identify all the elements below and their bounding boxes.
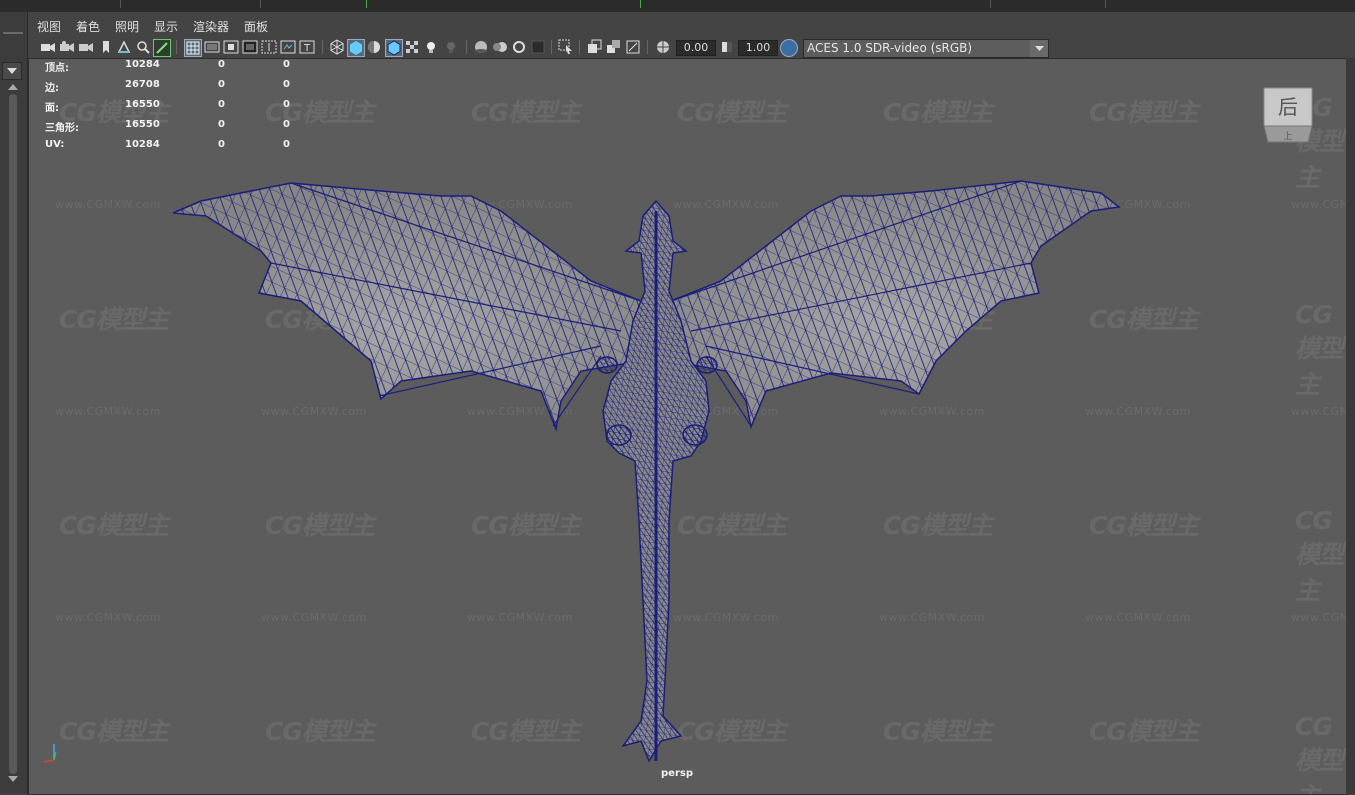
shadows-icon[interactable] [443,39,459,55]
hud-value: 10284 [125,139,160,150]
hud-value: 0 [283,139,290,150]
wireframe-on-shaded-icon[interactable] [385,39,403,57]
hud-label-edges: 边: [45,83,59,94]
top-strip [0,0,1355,12]
gate-mask-icon[interactable] [242,39,258,55]
menu-panels[interactable]: 面板 [244,18,268,35]
safe-title-icon[interactable]: T [299,39,315,55]
hud-value: 0 [218,99,225,110]
field-chart-icon[interactable] [261,39,277,55]
lighting-icon[interactable] [423,39,439,55]
exposure-field[interactable]: 0.00 [676,40,716,56]
image-plane-icon[interactable] [116,39,132,55]
menu-renderer[interactable]: 渲染器 [193,18,229,35]
camera-lock-icon[interactable] [78,39,94,55]
film-gate-icon[interactable] [204,39,220,55]
menu-shading[interactable]: 着色 [76,18,100,35]
chevron-down-icon [7,68,17,74]
exposure-icon[interactable] [655,39,671,55]
anti-aliasing-icon[interactable] [511,39,527,55]
panel-toolbar: T 0.00 1.00 ACES 1.0 SDR-video (sRGB) [28,37,1355,58]
color-management-icon[interactable] [780,39,798,57]
motion-blur-icon[interactable] [492,39,508,55]
panel-dropdown[interactable] [2,62,22,80]
left-scrollbar[interactable] [9,94,17,774]
panel-menubar: 视图 着色 照明 显示 渲染器 面板 [28,14,1355,36]
scroll-up-icon[interactable] [8,84,18,90]
left-panel [0,12,28,794]
right-wing [670,180,1121,430]
hud-value: 10284 [125,59,160,70]
gamma-field[interactable]: 1.00 [738,40,778,56]
screen-space-ao-icon[interactable] [473,39,489,55]
left-wing [172,182,642,432]
hud-value: 16550 [125,119,160,130]
viewcube-top-label[interactable]: 上 [1283,131,1292,142]
xray-icon[interactable] [404,39,420,55]
hud-value: 0 [218,119,225,130]
dragon-body [596,199,718,763]
svg-text:T: T [303,43,311,54]
grid-icon[interactable] [184,39,202,57]
persp-viewport[interactable]: CG模型主 www.CGMXW.com CG模型主 www.CGMXW.com CG模型… [28,58,1348,795]
gamma-icon[interactable] [719,39,735,55]
2d-pan-zoom-icon[interactable] [135,39,151,55]
resolution-icon[interactable] [625,39,641,55]
hud-value: 0 [218,79,225,90]
bookmark-icon[interactable] [98,39,114,55]
grease-pencil-icon[interactable] [153,39,171,57]
hud-label-vertices: 顶点: [45,63,69,74]
highlight-icon[interactable] [587,39,603,55]
menu-view[interactable]: 视图 [37,18,61,35]
hud-value: 0 [283,99,290,110]
hud-value: 26708 [125,79,160,90]
chevron-down-icon [1035,46,1044,51]
hud-label-triangles: 三角形: [45,123,79,134]
hud-value: 0 [218,139,225,150]
menu-lighting[interactable]: 照明 [115,18,139,35]
camera-attributes-icon[interactable] [59,39,75,55]
camera-name-label: persp [661,768,693,779]
right-edge [1346,58,1355,794]
use-default-material-icon[interactable] [366,39,382,55]
hud-value: 0 [283,79,290,90]
viewcube-face-label[interactable]: 后 [1278,95,1298,119]
color-space-arrow[interactable] [1030,40,1048,57]
texture-icon[interactable] [606,39,622,55]
hud-value: 0 [283,59,290,70]
isolate-select-icon[interactable] [558,39,574,55]
dragon-wireframe-model[interactable] [29,59,1347,794]
hud-value: 0 [218,59,225,70]
hud-label-uvs: UV: [45,139,65,150]
wireframe-icon[interactable] [329,39,345,55]
hud-value: 0 [283,119,290,130]
hud-value: 16550 [125,99,160,110]
smooth-shade-icon[interactable] [347,39,365,57]
camera-select-icon[interactable] [40,39,56,55]
safe-action-icon[interactable] [280,39,296,55]
color-space-label: ACES 1.0 SDR-video (sRGB) [807,41,973,55]
axis-gizmo [43,744,57,763]
view-cube[interactable]: 后 上 [1258,84,1318,146]
hud-label-faces: 面: [45,103,59,114]
menu-show[interactable]: 显示 [154,18,178,35]
scroll-down-icon[interactable] [8,776,18,782]
color-space-dropdown[interactable]: ACES 1.0 SDR-video (sRGB) [803,39,1049,58]
depth-of-field-icon[interactable] [530,39,546,55]
resolution-gate-icon[interactable] [223,39,239,55]
